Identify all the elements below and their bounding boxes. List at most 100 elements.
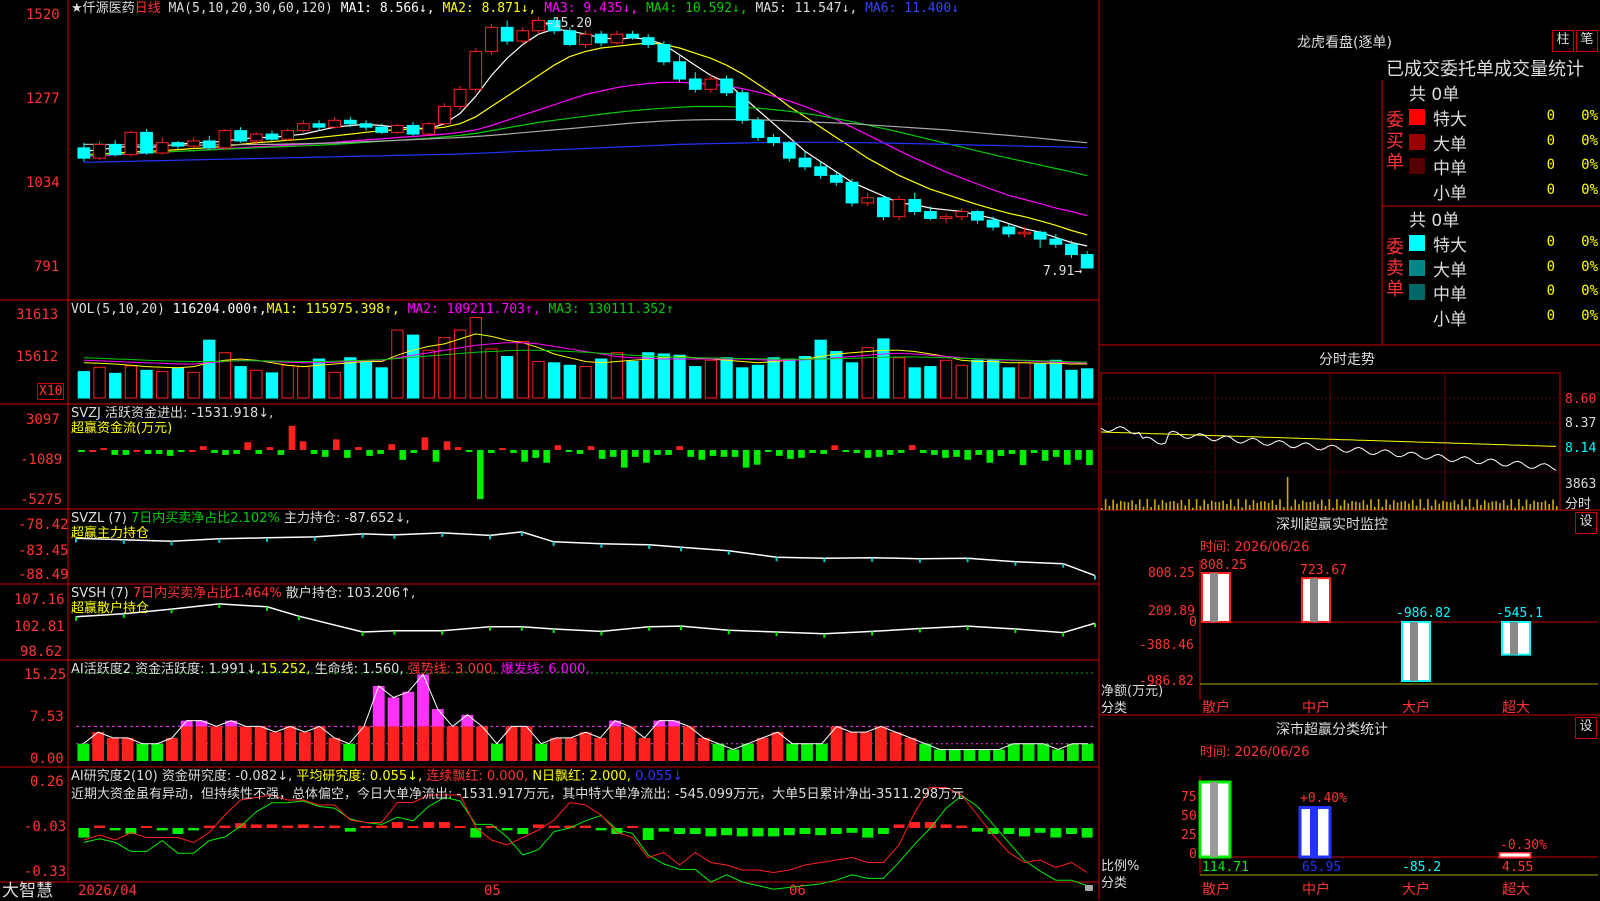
volume-bar — [610, 352, 623, 399]
volume-bar — [736, 367, 749, 399]
candle-body — [579, 33, 592, 46]
volume-bar — [485, 348, 498, 399]
svsh-tick — [918, 628, 921, 633]
ai-active-bar-burst — [461, 714, 474, 727]
svzj-bar — [953, 450, 960, 457]
sell-row-swatch — [1409, 259, 1425, 276]
ai-research-bar — [721, 828, 733, 836]
date-start: 2026/04 — [78, 883, 138, 899]
sz-monitor-title: 深圳超赢实时监控 — [1276, 517, 1388, 533]
sz-stats-chart — [1198, 775, 1598, 876]
ai-active-strong: 强势线: 3.000, — [407, 662, 497, 677]
volume-bar — [814, 339, 827, 399]
ai-research-red: 连续飘红: 0.000, — [426, 769, 529, 784]
svsh-tick — [520, 626, 523, 631]
sz-stats-small-bar — [1499, 852, 1531, 858]
sz-stats-settings-button[interactable]: 设 — [1575, 717, 1597, 739]
svzl-axis-mid: -83.45 — [18, 543, 69, 559]
ai-research-bar — [877, 828, 889, 834]
stock-name[interactable]: ★仟源医药 — [71, 1, 135, 16]
svzj-bar — [344, 450, 351, 458]
svzj-bar — [222, 450, 229, 455]
candlestick-chart[interactable] — [77, 17, 1094, 269]
ai-active-bar-burst — [668, 720, 681, 727]
svsh-tick — [600, 631, 603, 636]
ai-research-title: AI研究度2(10) 资金研究度: -0.082↓, — [71, 769, 293, 784]
intraday-volume-bar — [1154, 499, 1156, 510]
candle-body — [876, 197, 890, 218]
brand-logo[interactable]: 大智慧 — [2, 882, 53, 900]
svsh-title: SVSH (7) — [71, 586, 129, 601]
candle-body — [202, 140, 216, 149]
svzj-bar — [510, 450, 517, 453]
sz-stats-category: 大户 — [1402, 882, 1430, 898]
candle-body — [955, 211, 969, 218]
main-chart-canvas[interactable] — [0, 0, 1600, 900]
ai-research-bar — [344, 828, 356, 832]
candle-body — [265, 133, 279, 140]
ai-active-bar — [431, 726, 444, 761]
svsh-tick — [297, 616, 300, 621]
ai-research-bar — [141, 826, 153, 828]
svzj-bar — [288, 425, 296, 450]
sz-monitor-bar-stripe — [1510, 622, 1518, 655]
price-axis-1034: 1034 — [26, 175, 60, 191]
intraday-volume-bar — [1332, 507, 1334, 510]
sz-stats-axis-25: 25 — [1181, 828, 1197, 843]
volume-bar — [1033, 363, 1047, 399]
intraday-volume-bar — [1218, 502, 1221, 510]
ai-research-bar — [689, 828, 701, 834]
svzj-bar — [853, 450, 861, 453]
candle-body — [343, 119, 357, 125]
svzj-bar — [632, 450, 639, 457]
intraday-volume-bar — [1317, 503, 1319, 510]
svsh-tick — [393, 630, 396, 635]
svzj-bar — [89, 450, 96, 452]
ai-active-bar — [328, 737, 341, 761]
volume-bar — [1081, 368, 1094, 399]
intraday-volume-bar — [1533, 500, 1535, 510]
intraday-volume-bar — [1214, 501, 1217, 510]
candle-body — [93, 143, 106, 159]
ai-active-bar-burst — [225, 720, 237, 727]
intraday-volume-bar — [1392, 500, 1395, 510]
ai-active-bar-burst — [402, 691, 415, 727]
price-header: ★仟源医药日线 MA(5,10,20,30,60,120) MA1: 8.566… — [71, 1, 959, 16]
intraday-volume-bar — [1256, 503, 1259, 510]
candle-body — [971, 211, 984, 221]
svzj-bar — [997, 450, 1005, 456]
svzj-bar — [753, 450, 761, 465]
ai-research-bar — [830, 828, 842, 834]
sz-monitor-value-label: -986.82 — [1396, 606, 1451, 621]
svzj-bar — [543, 450, 551, 463]
sell-row-pct: 0% — [1581, 234, 1598, 250]
sz-stats-value-label: 114.71 — [1202, 860, 1249, 875]
intraday-volume-bar — [1127, 502, 1130, 510]
ai-active-bar — [934, 749, 946, 761]
period-label[interactable]: 日线 — [135, 1, 161, 16]
intraday-volume-bar — [1457, 504, 1460, 510]
svsh-axis-bot: 98.62 — [20, 644, 63, 660]
volume-bar — [328, 371, 341, 399]
intraday-volume-bar — [1294, 499, 1296, 510]
svzj-bar — [798, 450, 805, 458]
intraday-chart[interactable] — [1100, 372, 1561, 511]
ai-active-bar — [874, 726, 887, 761]
column-view-button[interactable]: 柱 — [1552, 30, 1574, 52]
tick-view-button[interactable]: 笔 — [1576, 30, 1598, 52]
volume-bar — [626, 361, 639, 399]
candle-body — [924, 211, 937, 219]
sell-row-count: 0 — [1546, 258, 1555, 275]
svzj-bar — [776, 450, 783, 456]
volume-bar — [971, 359, 984, 399]
intraday-volume-bar — [1336, 499, 1338, 510]
ai-research-bar — [297, 824, 309, 828]
sz-monitor-settings-button[interactable]: 设 — [1575, 512, 1597, 534]
buy-row-pct: 0% — [1581, 132, 1598, 149]
sell-orders-label: 委卖单 — [1386, 237, 1404, 300]
lock-icon[interactable] — [1085, 885, 1093, 891]
ai-active-bar — [1081, 743, 1094, 761]
sell-row-label: 特大 — [1433, 236, 1467, 256]
volume-bar — [156, 371, 169, 399]
svzj-bar — [742, 450, 750, 468]
